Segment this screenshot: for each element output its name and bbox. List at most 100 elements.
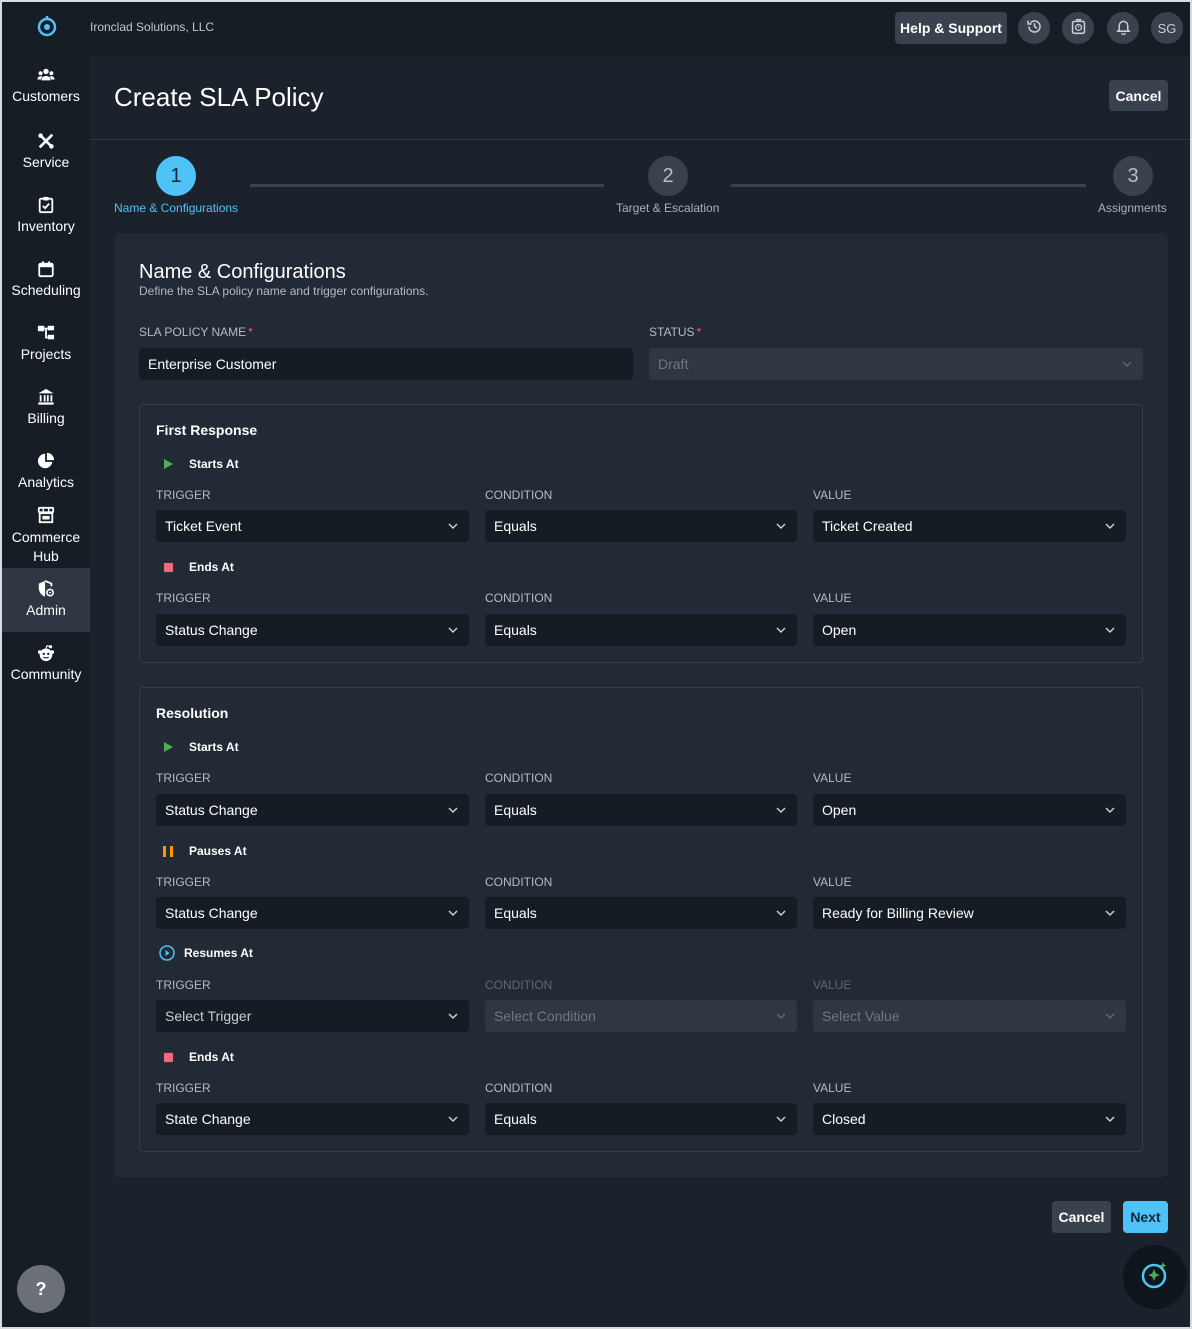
- chevron-down-icon: [448, 1116, 458, 1123]
- stopwatch-icon: [1070, 18, 1087, 38]
- step-1-circle[interactable]: 1: [156, 156, 196, 196]
- condition-label: CONDITION: [485, 591, 553, 605]
- condition-label: CONDITION: [485, 771, 553, 785]
- bank-icon: [2, 388, 90, 410]
- notifications-button[interactable]: [1107, 12, 1139, 44]
- chevron-down-icon: [448, 523, 458, 530]
- trigger-select[interactable]: Status Change: [156, 794, 469, 826]
- resolution-title: Resolution: [156, 705, 229, 721]
- tools-icon: [2, 132, 90, 154]
- first-response-title: First Response: [156, 422, 258, 438]
- timer-button[interactable]: [1062, 12, 1094, 44]
- history-icon: [1026, 18, 1043, 38]
- phase-label: Starts At: [189, 740, 239, 754]
- help-support-button[interactable]: Help & Support: [895, 12, 1007, 44]
- select-value: Ready for Billing Review: [822, 905, 974, 921]
- value-select[interactable]: Closed: [813, 1103, 1126, 1135]
- help-fab-button[interactable]: ?: [17, 1265, 65, 1313]
- stepper-connector: [250, 184, 604, 187]
- trigger-select[interactable]: Ticket Event: [156, 510, 469, 542]
- value-label: VALUE: [813, 488, 852, 502]
- select-placeholder: Select Value: [822, 1008, 900, 1024]
- sidebar-item-admin[interactable]: Admin: [2, 568, 90, 632]
- condition-select[interactable]: Equals: [485, 897, 797, 929]
- chevron-down-icon: [448, 627, 458, 634]
- step-2-circle[interactable]: 2: [648, 156, 688, 196]
- next-button[interactable]: Next: [1123, 1201, 1168, 1233]
- footer-cancel-button[interactable]: Cancel: [1052, 1201, 1111, 1233]
- page-title: Create SLA Policy: [114, 82, 324, 112]
- sidebar-item-label: Projects: [20, 346, 72, 362]
- sidebar-item-community[interactable]: Community: [2, 644, 90, 700]
- trigger-select[interactable]: Select Trigger: [156, 1000, 469, 1032]
- sidebar-item-service[interactable]: Service: [2, 132, 90, 188]
- top-bar: Ironclad Solutions, LLC Help & Support S…: [90, 2, 1190, 56]
- value-select: Select Value: [813, 1000, 1126, 1032]
- sidebar-item-label: Commerce Hub: [11, 529, 81, 564]
- ai-assistant-button[interactable]: [1123, 1245, 1187, 1309]
- status-label: STATUS *: [649, 325, 702, 339]
- phase-label: Resumes At: [184, 946, 253, 960]
- value-select[interactable]: Ready for Billing Review: [813, 897, 1126, 929]
- app-logo-icon[interactable]: [35, 14, 59, 38]
- trigger-label: TRIGGER: [156, 488, 211, 502]
- trigger-select[interactable]: Status Change: [156, 897, 469, 929]
- play-icon: [161, 740, 175, 754]
- sidebar-item-scheduling[interactable]: Scheduling: [2, 260, 90, 316]
- select-value: Equals: [494, 1111, 537, 1127]
- step-3-circle[interactable]: 3: [1113, 156, 1153, 196]
- sidebar-item-label: Inventory: [17, 218, 75, 234]
- phase-label: Starts At: [189, 457, 239, 471]
- sidebar-item-label: Admin: [26, 602, 66, 618]
- resume-icon: [158, 945, 175, 961]
- select-value: Equals: [494, 905, 537, 921]
- sidebar-item-inventory[interactable]: Inventory: [2, 196, 90, 252]
- select-value: Status Change: [165, 802, 258, 818]
- value-select[interactable]: Ticket Created: [813, 510, 1126, 542]
- value-select[interactable]: Open: [813, 794, 1126, 826]
- chevron-down-icon: [776, 807, 786, 814]
- chevron-down-icon: [1105, 1116, 1115, 1123]
- condition-select[interactable]: Equals: [485, 510, 797, 542]
- sidebar: Customers Service Inventory Scheduling P…: [2, 2, 90, 1327]
- select-value: Ticket Event: [165, 518, 242, 534]
- trigger-label: TRIGGER: [156, 875, 211, 889]
- chevron-down-icon: [1105, 807, 1115, 814]
- sidebar-item-projects[interactable]: Projects: [2, 324, 90, 380]
- chevron-down-icon: [1122, 361, 1132, 368]
- chevron-down-icon: [1105, 627, 1115, 634]
- sidebar-item-customers[interactable]: Customers: [2, 66, 90, 122]
- user-avatar[interactable]: SG: [1151, 12, 1183, 44]
- condition-select[interactable]: Equals: [485, 614, 797, 646]
- select-value: Equals: [494, 622, 537, 638]
- ai-sparkle-icon: [1139, 1259, 1171, 1296]
- status-select: Draft: [649, 348, 1143, 380]
- trigger-select[interactable]: Status Change: [156, 614, 469, 646]
- cancel-button[interactable]: Cancel: [1109, 80, 1168, 111]
- sidebar-item-billing[interactable]: Billing: [2, 388, 90, 444]
- chevron-down-icon: [448, 910, 458, 917]
- policy-name-input[interactable]: Enterprise Customer: [139, 348, 633, 380]
- chevron-down-icon: [776, 523, 786, 530]
- history-button[interactable]: [1018, 12, 1050, 44]
- sidebar-item-analytics[interactable]: Analytics: [2, 452, 90, 508]
- select-value: Open: [822, 802, 857, 818]
- condition-select[interactable]: Equals: [485, 1103, 797, 1135]
- chevron-down-icon: [776, 1116, 786, 1123]
- condition-select[interactable]: Equals: [485, 794, 797, 826]
- form-subtitle: Define the SLA policy name and trigger c…: [139, 284, 429, 298]
- trigger-select[interactable]: State Change: [156, 1103, 469, 1135]
- condition-label: CONDITION: [485, 488, 553, 502]
- phase-label: Pauses At: [189, 844, 247, 858]
- sidebar-item-commerce-hub[interactable]: Commerce Hub: [2, 506, 90, 568]
- value-label: VALUE: [813, 771, 852, 785]
- select-value: Status Change: [165, 905, 258, 921]
- pie-chart-icon: [2, 452, 90, 474]
- select-value: Open: [822, 622, 857, 638]
- value-label: VALUE: [813, 875, 852, 889]
- phase-label: Ends At: [189, 560, 234, 574]
- value-select[interactable]: Open: [813, 614, 1126, 646]
- policy-name-label: SLA POLICY NAME *: [139, 325, 253, 339]
- pause-icon: [161, 844, 175, 858]
- form-title: Name & Configurations: [139, 261, 346, 283]
